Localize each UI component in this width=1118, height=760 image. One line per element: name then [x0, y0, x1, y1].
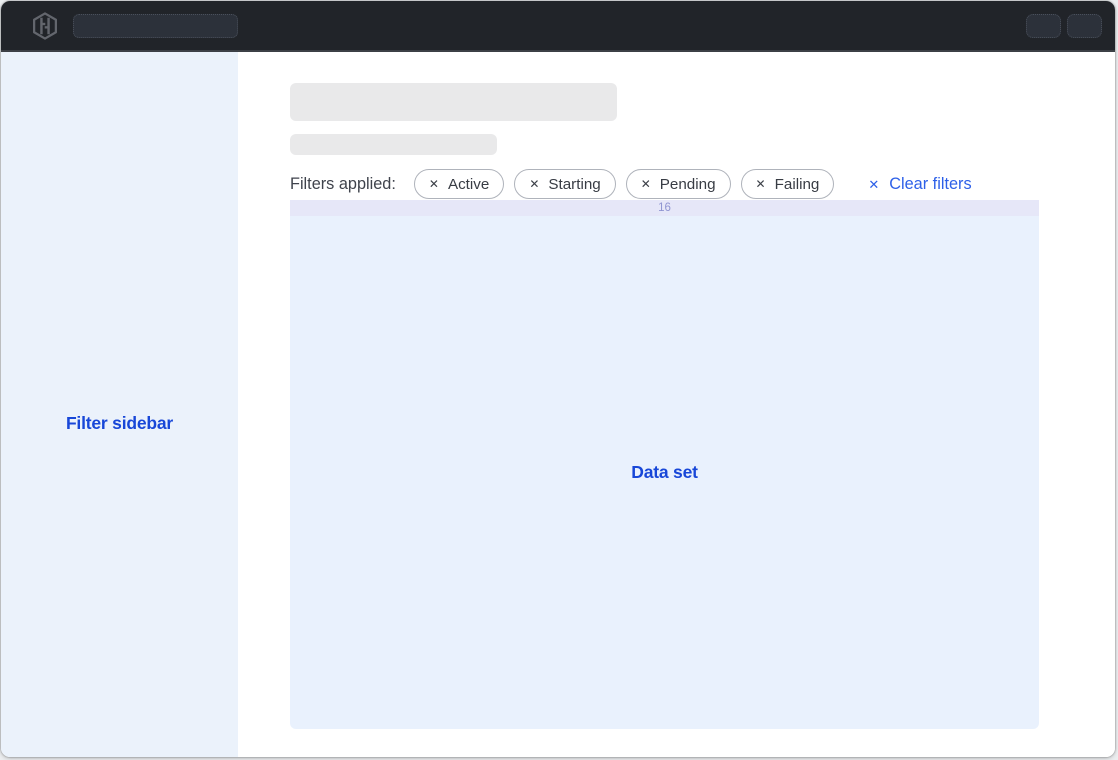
dataset-label: Data set — [631, 462, 698, 483]
topbar-action-placeholder-2[interactable] — [1067, 14, 1102, 38]
clear-filters-label: Clear filters — [889, 175, 971, 194]
top-nav-bar — [1, 1, 1115, 52]
remove-filter-icon[interactable]: ✕ — [756, 178, 766, 190]
app-window: Filter sidebar Filters applied: ✕ Active… — [1, 1, 1115, 757]
search-placeholder[interactable] — [73, 14, 238, 38]
remove-filter-icon[interactable]: ✕ — [529, 178, 539, 190]
filter-chips: ✕ Active ✕ Starting ✕ Pending ✕ — [414, 169, 834, 199]
filter-sidebar-label: Filter sidebar — [66, 413, 173, 434]
hashicorp-logo-icon — [30, 11, 60, 41]
filter-chip-starting[interactable]: ✕ Starting — [514, 169, 615, 199]
page-subtitle-skeleton — [290, 134, 497, 155]
clear-filters-button[interactable]: ✕ Clear filters — [868, 175, 971, 194]
filter-chip-pending[interactable]: ✕ Pending — [626, 169, 731, 199]
filter-sidebar: Filter sidebar — [1, 52, 238, 757]
main-content: Filters applied: ✕ Active ✕ Starting ✕ — [238, 52, 1115, 757]
result-count-bar: 16 — [290, 200, 1039, 216]
filter-chip-label: Starting — [548, 176, 600, 193]
clear-filters-icon: ✕ — [868, 178, 879, 191]
filter-chip-failing[interactable]: ✕ Failing — [741, 169, 835, 199]
remove-filter-icon[interactable]: ✕ — [641, 178, 651, 190]
filter-chip-label: Active — [448, 176, 489, 193]
topbar-action-placeholder-1[interactable] — [1026, 14, 1061, 38]
applied-filters-row: Filters applied: ✕ Active ✕ Starting ✕ — [290, 169, 1039, 199]
filter-chip-label: Failing — [775, 176, 820, 193]
page-title-skeleton — [290, 83, 617, 121]
filter-chip-active[interactable]: ✕ Active — [414, 169, 504, 199]
remove-filter-icon[interactable]: ✕ — [429, 178, 439, 190]
filters-applied-label: Filters applied: — [290, 175, 396, 194]
filter-chip-label: Pending — [660, 176, 716, 193]
body-row: Filter sidebar Filters applied: ✕ Active… — [1, 52, 1115, 757]
dataset-placeholder: Data set — [290, 216, 1039, 729]
